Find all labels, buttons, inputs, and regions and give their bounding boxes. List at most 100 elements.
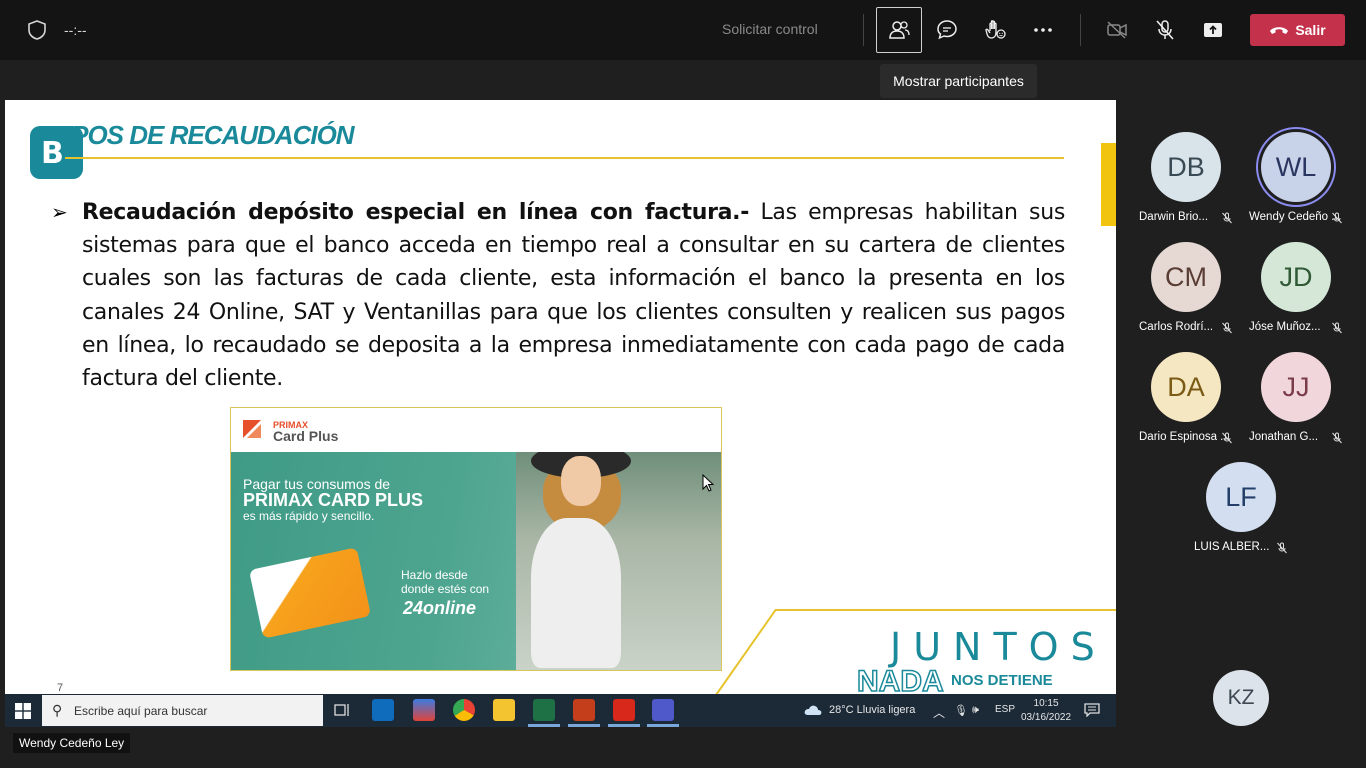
participant-name: Jonathan G... [1249,431,1319,443]
participant-name: Dario Espinosa ... [1139,431,1230,443]
notification-icon[interactable] [1084,703,1100,717]
muted-mic-icon [1222,212,1232,224]
slogan-nos-detiene: NOS DETIENE [951,672,1053,689]
camera-button[interactable] [1094,7,1140,53]
chrome-icon[interactable] [453,699,475,721]
muted-mic-icon [1332,432,1342,444]
slide-number: 7 [57,682,64,694]
windows-start-icon[interactable] [15,703,31,719]
active-indicator [608,724,640,727]
participant-avatar[interactable]: KZ [1213,670,1269,726]
muted-mic-icon [1277,542,1287,554]
deco-line [775,609,1116,611]
participant-avatar[interactable]: JD [1261,242,1331,312]
ad-24online: 24online [403,598,477,618]
ad-photo-dress [531,518,621,668]
ad-line3: es más rápido y sencillo. [243,509,375,523]
participant-name: Darwin Brio... [1139,211,1209,223]
chat-button[interactable] [924,7,970,53]
participant-avatar[interactable]: WL [1261,132,1331,202]
clock-time: 10:15 [1033,698,1059,709]
active-indicator [568,724,600,727]
taskbar-clock[interactable]: 10:15 03/16/2022 [1021,697,1071,725]
participant-name: LUIS ALBER... [1194,541,1270,553]
chevron-up-icon[interactable]: ︿ [933,704,945,721]
ad-line2: PRIMAX CARD PLUS [243,490,424,510]
participants-button[interactable] [876,7,922,53]
powerpoint-icon[interactable] [573,699,595,721]
leave-button[interactable]: Salir [1250,14,1345,46]
search-placeholder: Escribe aquí para buscar [74,704,208,718]
arrow-bullet-icon: ➢ [51,202,68,224]
teams-icon[interactable] [652,699,674,721]
ad-card-image [248,547,372,639]
title-underline [65,157,1064,159]
primax-ad-image: PRIMAX Card Plus Pagar tus consumos de P… [230,407,722,671]
participant-avatar[interactable]: DB [1151,132,1221,202]
reactions-button[interactable] [972,7,1018,53]
mouse-cursor-icon [702,474,714,492]
outlook-icon[interactable] [372,699,394,721]
participants-tooltip: Mostrar participantes [880,64,1037,98]
meeting-timer: --:-- [64,22,87,38]
weather-cloud-icon[interactable] [803,703,823,717]
slide-bullet: Recaudación depósito especial en línea c… [82,196,1065,395]
people-icon [889,21,910,39]
slide-title: TIPOS DE RECAUDACIÓN [50,120,355,150]
participant-avatar[interactable]: CM [1151,242,1221,312]
more-icon [1034,28,1052,32]
windows-taskbar: ⚲ Escribe aquí para buscar 28°C Lluvia l… [5,694,1116,727]
excel-icon[interactable] [533,699,555,721]
mic-off-icon [1156,20,1174,40]
more-actions-button[interactable] [1020,7,1066,53]
file-explorer-icon[interactable] [493,699,515,721]
bullet-heading: Recaudación depósito especial en línea c… [82,200,750,225]
language-indicator[interactable]: ESP [995,704,1015,715]
muted-mic-icon [1332,322,1342,334]
ad-header: PRIMAX Card Plus [231,408,721,452]
chat-icon [937,20,957,40]
participant-avatar[interactable]: LF [1206,462,1276,532]
shield-icon [28,20,46,40]
meeting-toolbar: --:-- Solicitar control Salir [0,0,1366,60]
primax-logo-icon [243,420,261,438]
active-indicator [528,724,560,727]
muted-mic-icon [1332,212,1342,224]
camera-off-icon [1107,21,1127,39]
participant-name: Carlos Rodrí... [1139,321,1214,333]
presenter-name-tag: Wendy Cedeño Ley [13,733,131,753]
phone-hangup-icon [1270,27,1289,34]
shared-screen: TIPOS DE RECAUDACIÓN B ➢ Recaudación dep… [5,100,1116,727]
speaker-icon[interactable]: 🕪 [972,704,979,717]
bank-logo: B [30,126,83,179]
share-screen-icon [1204,23,1222,37]
slogan-juntos: JUNTOS [890,625,1107,669]
participant-name: Jóse Muñoz... [1249,321,1321,333]
taskbar-search[interactable]: ⚲ Escribe aquí para buscar [42,695,323,726]
weather-text[interactable]: 28°C Lluvia ligera [829,704,915,716]
participant-avatar[interactable]: JJ [1261,352,1331,422]
microphone-button[interactable] [1142,7,1188,53]
slide-accent-bar [1101,143,1116,226]
task-view-icon[interactable] [334,703,350,717]
leave-label: Salir [1295,22,1326,38]
mic-tray-icon[interactable]: 🎙 [954,704,968,717]
share-content-button[interactable] [1190,7,1236,53]
muted-mic-icon [1222,432,1232,444]
ad-hazlo: Hazlo desde donde estés con [401,568,490,596]
search-icon: ⚲ [52,702,63,718]
ad-photo-face [561,456,601,506]
app-icon[interactable] [413,699,435,721]
request-control-button[interactable]: Solicitar control [722,21,818,37]
active-indicator [647,724,679,727]
acrobat-icon[interactable] [613,699,635,721]
participant-name: Wendy Cedeño ... [1249,211,1341,223]
participant-avatar[interactable]: DA [1151,352,1221,422]
toolbar-divider [863,14,864,46]
bullet-body: Las empresas habilitan sus sistemas para… [82,200,1066,392]
clock-date: 03/16/2022 [1021,712,1072,723]
ad-brand: Card Plus [273,428,339,444]
muted-mic-icon [1222,322,1232,334]
raise-hand-icon [985,20,1006,39]
toolbar-divider [1080,14,1081,46]
